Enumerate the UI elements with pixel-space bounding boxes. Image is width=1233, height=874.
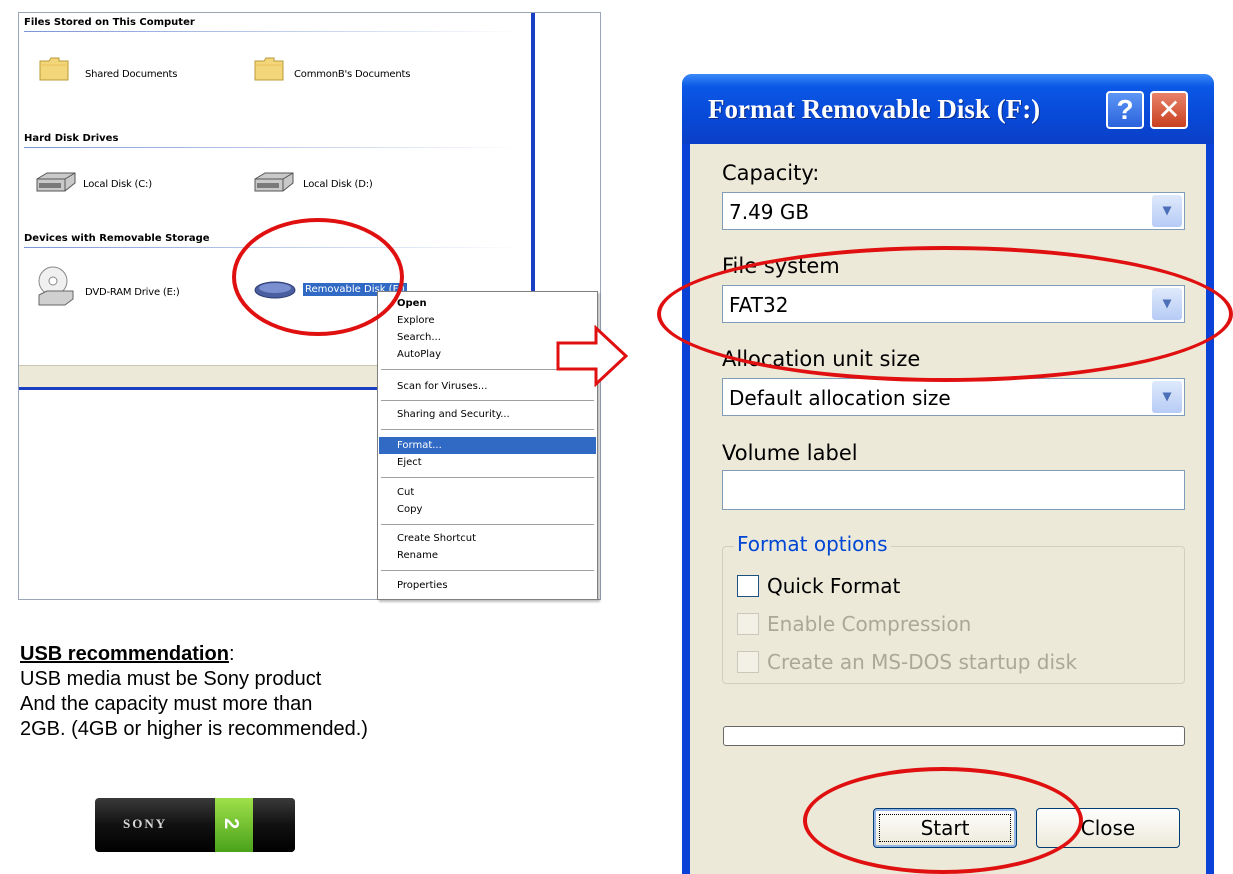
- format-dialog: Format Removable Disk (F:) ? ✕ Capacity:…: [682, 74, 1214, 874]
- dvd-drive-icon: [38, 266, 74, 306]
- usb-stick-image: SONY 2: [95, 798, 295, 852]
- annotation-ellipse-removable: [232, 218, 404, 336]
- dvd-ram-drive-item[interactable]: DVD-RAM Drive (E:): [37, 265, 180, 314]
- usb-recommendation: USB recommendation: USB media must be So…: [20, 642, 368, 742]
- local-disk-d-item[interactable]: Local Disk (D:): [251, 170, 373, 199]
- msdos-startup-checkbox[interactable]: [737, 651, 759, 673]
- close-window-button[interactable]: ✕: [1150, 91, 1188, 129]
- arrow-right-icon: [556, 325, 629, 387]
- title-colon: :: [228, 643, 235, 665]
- usb-capacity: 2: [220, 817, 243, 830]
- shared-documents-label: Shared Documents: [85, 69, 178, 80]
- allocation-unit-select[interactable]: Default allocation size ▾: [722, 378, 1185, 416]
- menu-item-create-shortcut[interactable]: Create Shortcut: [379, 530, 596, 547]
- group-header-removable: Devices with Removable Storage: [24, 233, 210, 244]
- volume-label-label: Volume label: [722, 441, 858, 465]
- allocation-unit-value: Default allocation size: [729, 386, 951, 410]
- menu-item-rename[interactable]: Rename: [379, 547, 596, 564]
- usb-brand: SONY: [123, 816, 168, 831]
- dialog-title: Format Removable Disk (F:): [708, 94, 1041, 124]
- capacity-select[interactable]: 7.49 GB ▾: [722, 192, 1185, 230]
- commonb-documents-label: CommonB's Documents: [294, 69, 411, 80]
- local-disk-c-label: Local Disk (C:): [83, 179, 152, 190]
- group-header-stored: Files Stored on This Computer: [24, 17, 195, 28]
- group-rule: [24, 147, 524, 148]
- group-rule: [24, 31, 524, 32]
- usb-line-1: USB media must be Sony product: [20, 668, 322, 690]
- help-button[interactable]: ?: [1106, 91, 1144, 129]
- dvd-ram-drive-label: DVD-RAM Drive (E:): [85, 287, 180, 298]
- commonb-documents-item[interactable]: CommonB's Documents: [254, 55, 410, 86]
- annotation-ellipse-file-system: [657, 246, 1233, 382]
- menu-item-copy[interactable]: Copy: [379, 501, 596, 518]
- shared-documents-item[interactable]: Shared Documents: [39, 55, 177, 86]
- menu-separator: [381, 570, 594, 571]
- hard-drive-icon: [36, 172, 76, 192]
- volume-label-input[interactable]: [722, 470, 1185, 510]
- format-options-title: Format options: [734, 532, 891, 556]
- menu-item-eject[interactable]: Eject: [379, 454, 596, 471]
- menu-item-sharing-security[interactable]: Sharing and Security...: [379, 406, 596, 423]
- close-button-label: Close: [1080, 816, 1136, 840]
- menu-separator: [381, 524, 594, 525]
- menu-separator: [381, 429, 594, 430]
- local-disk-c-item[interactable]: Local Disk (C:): [33, 170, 152, 199]
- folder-icon: [39, 57, 69, 81]
- menu-item-open[interactable]: Open: [379, 295, 596, 312]
- menu-item-properties[interactable]: Properties: [379, 577, 596, 594]
- msdos-startup-label: Create an MS-DOS startup disk: [767, 650, 1078, 674]
- quick-format-label: Quick Format: [767, 574, 901, 598]
- enable-compression-checkbox[interactable]: [737, 613, 759, 635]
- capacity-label: Capacity:: [722, 161, 820, 185]
- chevron-down-icon: ▾: [1152, 381, 1182, 413]
- menu-item-cut[interactable]: Cut: [379, 484, 596, 501]
- folder-icon: [254, 57, 284, 81]
- menu-separator: [381, 400, 594, 401]
- group-header-hdd: Hard Disk Drives: [24, 133, 119, 144]
- chevron-down-icon: ▾: [1152, 195, 1182, 227]
- usb-recommendation-title: USB recommendation: [20, 643, 229, 665]
- capacity-value: 7.49 GB: [729, 200, 810, 224]
- enable-compression-label: Enable Compression: [767, 612, 972, 636]
- menu-item-format[interactable]: Format...: [379, 437, 596, 454]
- hard-drive-icon: [254, 172, 294, 192]
- quick-format-checkbox[interactable]: [737, 575, 759, 597]
- menu-separator: [381, 477, 594, 478]
- annotation-ellipse-start: [803, 767, 1083, 874]
- usb-line-3: 2GB. (4GB or higher is recommended.): [20, 718, 368, 740]
- usb-line-2: And the capacity must more than: [20, 693, 313, 715]
- local-disk-d-label: Local Disk (D:): [303, 179, 373, 190]
- format-progress-bar: [723, 726, 1185, 746]
